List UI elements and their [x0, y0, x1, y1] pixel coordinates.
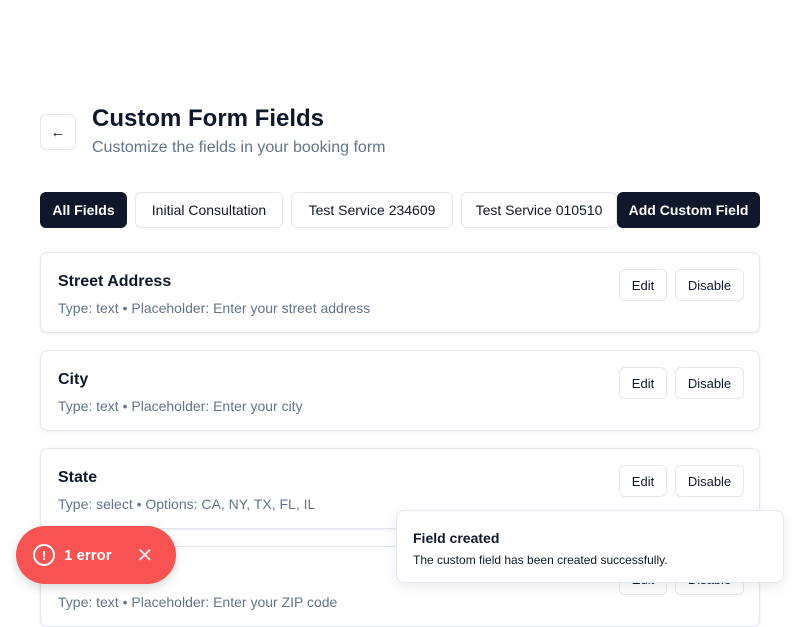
field-desc: Type: text • Placeholder: Enter your str… [58, 300, 371, 316]
tab-test-service-234609[interactable]: Test Service 234609 [291, 192, 453, 228]
edit-button[interactable]: Edit [619, 367, 667, 399]
field-card: City Type: text • Placeholder: Enter you… [40, 350, 760, 431]
tab-initial-consultation[interactable]: Initial Consultation [135, 192, 283, 228]
disable-button[interactable]: Disable [675, 269, 744, 301]
tab-all-fields[interactable]: All Fields [40, 192, 127, 228]
field-card: Street Address Type: text • Placeholder:… [40, 252, 760, 333]
field-desc: Type: select • Options: CA, NY, TX, FL, … [58, 496, 316, 512]
error-count: 1 error [64, 546, 112, 564]
disable-button[interactable]: Disable [675, 465, 744, 497]
field-name: Street Address [58, 273, 172, 290]
edit-button[interactable]: Edit [619, 465, 667, 497]
back-button[interactable]: ← [40, 114, 76, 150]
add-custom-field-button[interactable]: Add Custom Field [617, 192, 760, 228]
toast-title: Field created [413, 530, 500, 546]
success-toast: Field created The custom field has been … [396, 510, 784, 583]
field-desc: Type: text • Placeholder: Enter your cit… [58, 398, 303, 414]
field-name: State [58, 469, 98, 486]
field-name: City [58, 371, 89, 388]
alert-circle-icon: ! [33, 544, 55, 566]
toast-message: The custom field has been created succes… [413, 553, 668, 567]
page-subtitle: Customize the fields in your booking for… [92, 139, 386, 156]
page-title: Custom Form Fields [92, 105, 325, 132]
error-badge[interactable]: ! 1 error ✕ [16, 526, 176, 584]
disable-button[interactable]: Disable [675, 367, 744, 399]
close-icon[interactable]: ✕ [137, 543, 154, 568]
tab-test-service-010510[interactable]: Test Service 010510 [461, 192, 617, 228]
edit-button[interactable]: Edit [619, 269, 667, 301]
field-desc: Type: text • Placeholder: Enter your ZIP… [58, 594, 338, 610]
arrow-left-icon: ← [50, 123, 66, 141]
